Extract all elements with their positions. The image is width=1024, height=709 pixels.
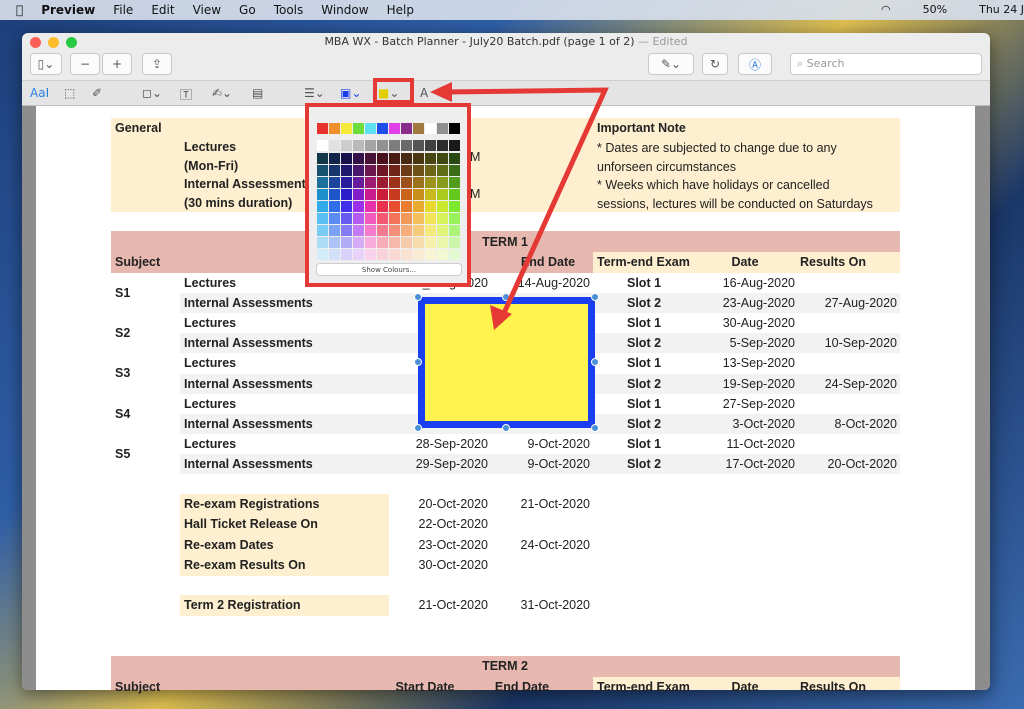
arrow-head-left <box>430 82 452 102</box>
red-arrow <box>444 87 609 324</box>
annotation-arrows <box>430 82 609 330</box>
